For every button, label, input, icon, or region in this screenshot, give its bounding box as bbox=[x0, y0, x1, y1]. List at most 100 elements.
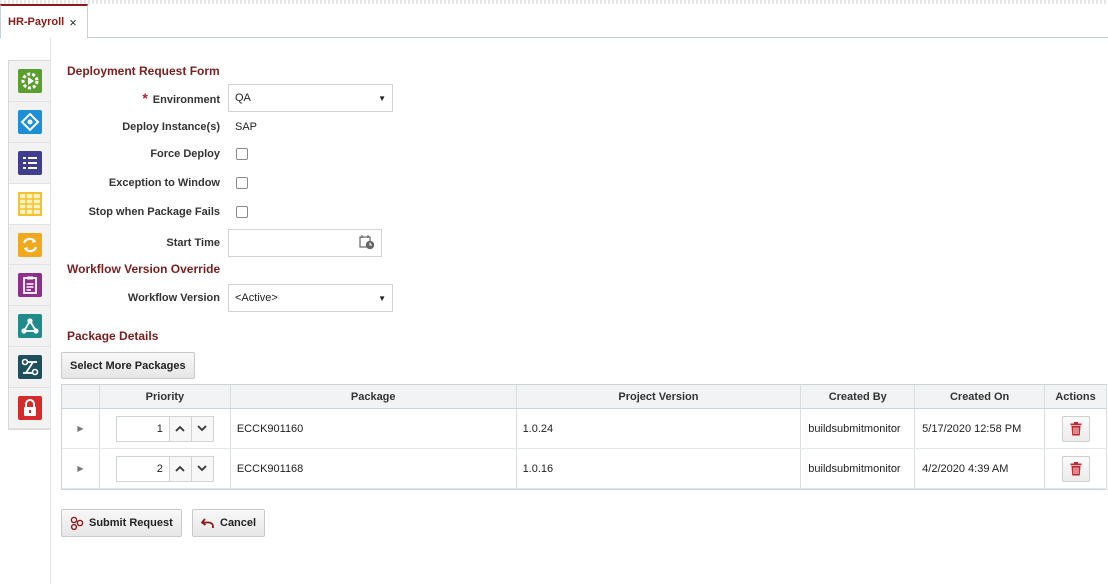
close-icon[interactable]: × bbox=[69, 16, 77, 29]
delete-button[interactable] bbox=[1061, 415, 1090, 442]
stop-on-fail-label: Stop when Package Fails bbox=[88, 206, 220, 218]
chevron-up-icon[interactable] bbox=[168, 416, 191, 441]
workflow-nodes-icon bbox=[70, 516, 84, 530]
actions-cell bbox=[1045, 449, 1107, 488]
environment-select[interactable]: QA ▼ bbox=[228, 84, 393, 112]
version-cell: 1.0.24 bbox=[517, 409, 802, 448]
sidebar-item-report[interactable] bbox=[9, 265, 50, 307]
grid-header: Priority Package Project Version Created… bbox=[62, 385, 1107, 409]
grid-table-icon bbox=[17, 191, 42, 216]
required-mark: * bbox=[142, 90, 148, 106]
caret-down-icon: ▼ bbox=[378, 293, 386, 303]
row-expander[interactable]: ▶ bbox=[62, 409, 100, 448]
share-nodes-icon bbox=[17, 314, 42, 339]
sidebar-item-sync[interactable] bbox=[9, 225, 50, 266]
submit-request-label: Submit Request bbox=[89, 517, 173, 529]
tab-title: HR-Payroll bbox=[8, 16, 65, 28]
version-cell: 1.0.16 bbox=[517, 449, 802, 488]
list-icon bbox=[17, 150, 42, 175]
trash-icon bbox=[1070, 421, 1082, 435]
created-by-cell: buildsubmitmonitor bbox=[801, 409, 916, 448]
environment-row: * Environment QA ▼ bbox=[60, 84, 393, 112]
environment-label: * Environment bbox=[142, 90, 220, 106]
caret-down-icon: ▼ bbox=[378, 93, 386, 103]
actions-cell bbox=[1045, 409, 1107, 448]
submit-request-button[interactable]: Submit Request bbox=[61, 509, 182, 537]
deploy-instances-row: Deploy Instance(s) SAP bbox=[60, 121, 257, 133]
package-grid: Priority Package Project Version Created… bbox=[61, 384, 1107, 490]
sidebar-item-list[interactable] bbox=[9, 143, 50, 184]
chevron-down-icon[interactable] bbox=[190, 456, 213, 481]
sidebar-item-pipeline[interactable] bbox=[9, 347, 50, 389]
expand-arrow-icon: ▶ bbox=[77, 464, 84, 473]
priority-cell: 2 bbox=[100, 449, 231, 488]
package-cell: ECCK901168 bbox=[231, 449, 517, 488]
exception-window-label: Exception to Window bbox=[108, 177, 220, 189]
exception-window-checkbox[interactable] bbox=[236, 177, 248, 189]
column-header[interactable]: Project Version bbox=[517, 385, 802, 408]
deploy-instances-label: Deploy Instance(s) bbox=[122, 121, 220, 133]
priority-cell: 1 bbox=[100, 409, 231, 448]
workflow-section-title: Workflow Version Override bbox=[67, 262, 221, 276]
start-time-label: Start Time bbox=[166, 237, 220, 249]
column-header[interactable]: Created By bbox=[801, 385, 916, 408]
chevron-up-icon[interactable] bbox=[168, 456, 191, 481]
delete-button[interactable] bbox=[1061, 455, 1090, 482]
column-header: Actions bbox=[1045, 385, 1107, 408]
priority-value[interactable]: 2 bbox=[117, 457, 169, 481]
workflow-version-value: <Active> bbox=[235, 292, 278, 304]
force-deploy-checkbox[interactable] bbox=[236, 148, 248, 160]
pipeline-icon bbox=[17, 355, 42, 380]
package-cell: ECCK901160 bbox=[231, 409, 517, 448]
tab-hr-payroll[interactable]: HR-Payroll × bbox=[0, 4, 88, 39]
column-header[interactable]: Package bbox=[231, 385, 517, 408]
sync-icon bbox=[17, 232, 42, 257]
network-diamond-icon bbox=[17, 109, 42, 134]
sidebar-item-network[interactable] bbox=[9, 102, 50, 143]
start-time-input[interactable] bbox=[228, 229, 382, 257]
cancel-button[interactable]: Cancel bbox=[192, 509, 266, 537]
sidebar-item-lock[interactable] bbox=[9, 388, 50, 430]
expander-header bbox=[62, 385, 100, 408]
chevron-down-icon[interactable] bbox=[190, 416, 213, 441]
stop-on-fail-checkbox[interactable] bbox=[236, 206, 248, 218]
cancel-label: Cancel bbox=[220, 517, 257, 529]
undo-icon bbox=[201, 518, 214, 528]
sidebar-item-share[interactable] bbox=[9, 306, 50, 348]
stop-on-fail-row: Stop when Package Fails bbox=[60, 206, 248, 218]
workflow-version-select[interactable]: <Active> ▼ bbox=[228, 284, 393, 312]
created-by-cell: buildsubmitmonitor bbox=[801, 449, 916, 488]
environment-value: QA bbox=[235, 92, 251, 104]
start-time-row: Start Time bbox=[60, 229, 382, 257]
workflow-version-row: Workflow Version <Active> ▼ bbox=[60, 284, 393, 312]
priority-stepper[interactable]: 2 bbox=[115, 455, 214, 482]
deploy-instances-value: SAP bbox=[235, 121, 258, 133]
gear-play-icon bbox=[17, 68, 42, 93]
table-row: ▶ 1 ECCK901160 1.0.24 buildsubmitmonitor… bbox=[62, 409, 1107, 449]
row-expander[interactable]: ▶ bbox=[62, 449, 100, 488]
sidebar-item-gear-play[interactable] bbox=[9, 61, 50, 102]
side-rail bbox=[8, 60, 50, 431]
trash-icon bbox=[1070, 461, 1082, 475]
created-on-cell: 4/2/2020 4:39 AM bbox=[915, 449, 1046, 488]
form-title: Deployment Request Form bbox=[67, 64, 220, 78]
column-header[interactable]: Created On bbox=[915, 385, 1046, 408]
priority-value[interactable]: 1 bbox=[117, 417, 169, 441]
table-row: ▶ 2 ECCK901168 1.0.16 buildsubmitmonitor… bbox=[62, 449, 1107, 489]
force-deploy-row: Force Deploy bbox=[60, 148, 248, 160]
package-section-title: Package Details bbox=[67, 329, 159, 343]
column-header[interactable]: Priority bbox=[100, 385, 231, 408]
sidebar-item-grid[interactable] bbox=[9, 183, 50, 225]
exception-window-row: Exception to Window bbox=[60, 177, 248, 189]
lock-icon bbox=[17, 396, 42, 421]
expand-arrow-icon: ▶ bbox=[77, 424, 84, 433]
created-on-cell: 5/17/2020 12:58 PM bbox=[915, 409, 1046, 448]
content-divider bbox=[50, 38, 51, 584]
priority-stepper[interactable]: 1 bbox=[115, 415, 214, 442]
select-more-packages-button[interactable]: Select More Packages bbox=[61, 352, 195, 379]
calendar-clock-icon[interactable] bbox=[359, 234, 375, 253]
workflow-version-label: Workflow Version bbox=[127, 292, 220, 304]
force-deploy-label: Force Deploy bbox=[150, 148, 220, 160]
report-icon bbox=[17, 273, 42, 298]
tab-strip: HR-Payroll × bbox=[0, 0, 1108, 39]
